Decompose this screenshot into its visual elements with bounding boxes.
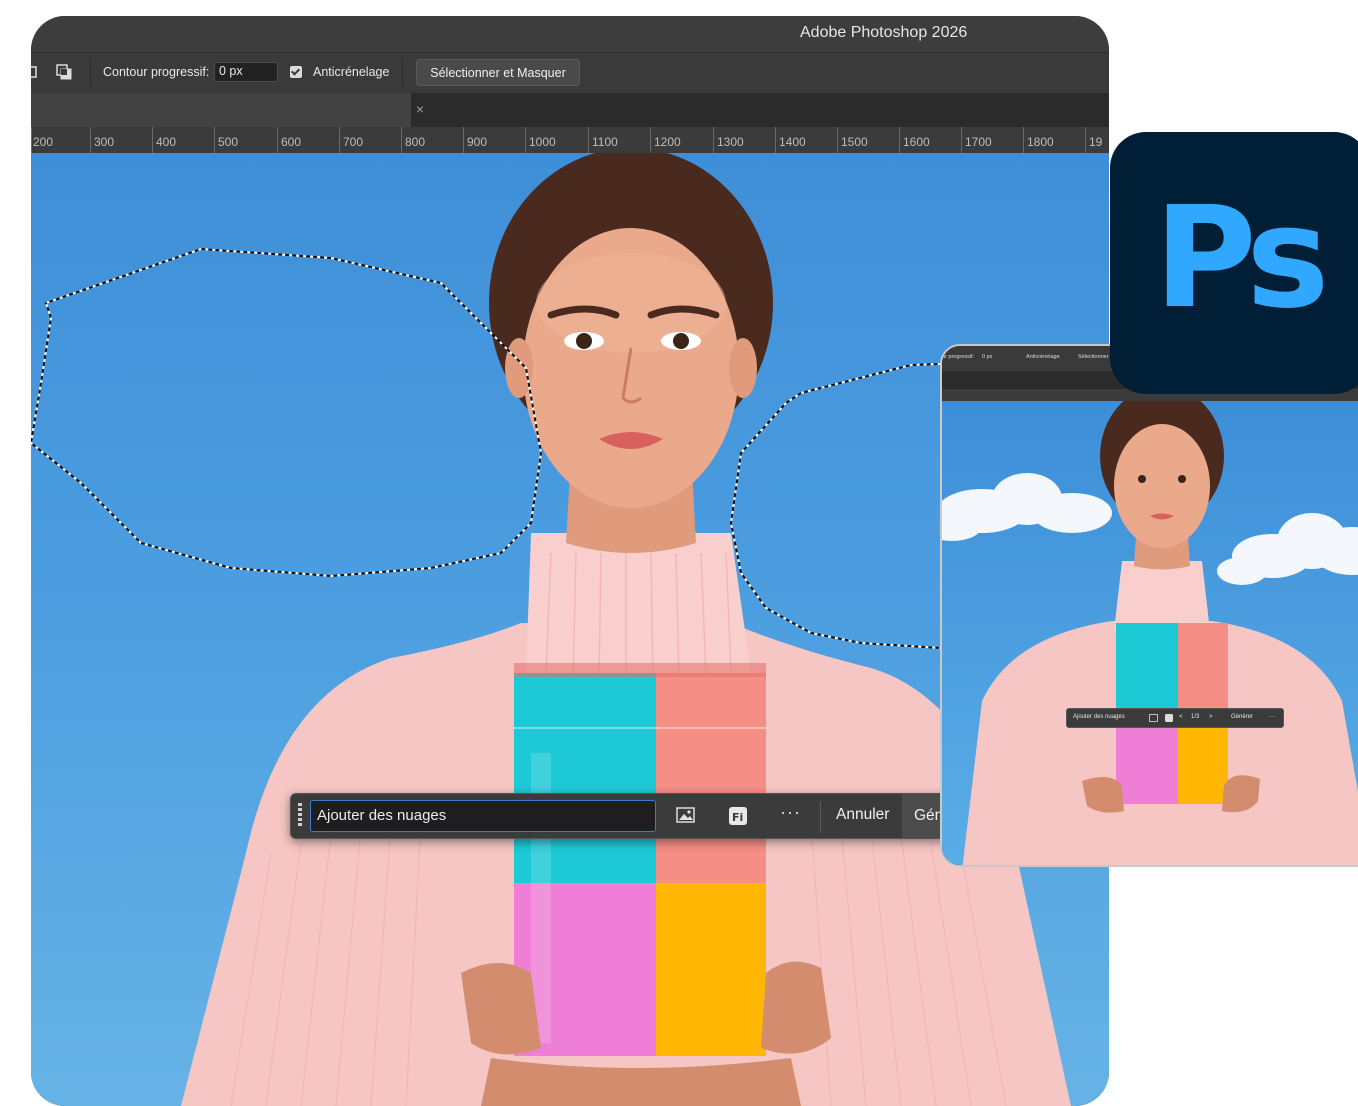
- more-options-icon[interactable]: ···: [780, 802, 801, 823]
- document-tab[interactable]: [31, 93, 411, 127]
- preview-generate-label: Générer: [1231, 714, 1254, 720]
- preview-canvas: Ajouter des nuages < 1/3 > Générer ···: [942, 401, 1358, 865]
- result-preview-window: ur progressif: 0 px Anticrénelage Sélect…: [940, 344, 1358, 867]
- preview-more-icon: ···: [1269, 714, 1275, 720]
- ruler-tick: 1000: [529, 135, 556, 149]
- document-tab-bar: ×: [31, 93, 1109, 127]
- cancel-button[interactable]: Annuler: [836, 806, 889, 824]
- ruler-tick: 1300: [717, 135, 744, 149]
- options-divider: [402, 59, 403, 87]
- ruler-tick: 800: [405, 135, 426, 149]
- photoshop-logo: Ps: [1110, 132, 1358, 394]
- preview-antialias-label: Anticrénelage: [1026, 354, 1060, 360]
- ruler-tick: 19: [1089, 135, 1103, 149]
- ruler-tick: 1400: [779, 135, 806, 149]
- intersect-selection-icon[interactable]: [56, 64, 72, 80]
- ruler-tick: 1100: [592, 135, 618, 149]
- feather-input[interactable]: 0 px: [214, 62, 278, 82]
- svg-text:Fi: Fi: [732, 811, 743, 824]
- firefly-icon[interactable]: Fi: [728, 806, 748, 826]
- reference-image-icon[interactable]: [676, 806, 696, 826]
- ruler-tick: 1800: [1027, 135, 1054, 149]
- preview-next-icon: >: [1209, 714, 1213, 720]
- drag-handle-icon[interactable]: [298, 803, 302, 831]
- ruler-tick: 900: [467, 135, 488, 149]
- ruler-tick: 700: [343, 135, 364, 149]
- ruler-tick: 1500: [841, 135, 868, 149]
- preview-feather-label: ur progressif:: [942, 354, 975, 360]
- options-divider: [90, 59, 91, 87]
- preview-feather-value: 0 px: [982, 354, 993, 360]
- preview-task-bar: Ajouter des nuages < 1/3 > Générer ···: [1066, 708, 1284, 728]
- preview-photo-artwork: [942, 401, 1358, 865]
- selection-mode-icon[interactable]: [31, 64, 41, 80]
- photoshop-logo-text: Ps: [1154, 177, 1330, 340]
- preview-select-mask-label: Sélectionner e: [1078, 354, 1114, 360]
- ruler-tick: 1600: [903, 135, 930, 149]
- preview-prompt-text: Ajouter des nuages: [1073, 714, 1125, 720]
- options-bar: Contour progressif: 0 px Anticrénelage S…: [31, 52, 1109, 94]
- preview-page-counter: 1/3: [1191, 714, 1200, 720]
- feather-label: Contour progressif:: [103, 65, 210, 79]
- taskbar-divider: [820, 801, 821, 833]
- ruler-tick: 600: [281, 135, 302, 149]
- ruler-tick: 400: [156, 135, 177, 149]
- select-and-mask-button[interactable]: Sélectionner et Masquer: [416, 59, 580, 86]
- preview-firefly-icon: [1165, 714, 1173, 722]
- ruler-tick: 1700: [965, 135, 992, 149]
- antialias-label: Anticrénelage: [313, 65, 390, 79]
- app-title: Adobe Photoshop 2026: [800, 24, 968, 41]
- horizontal-ruler: 200 300 400 500 600 700 800 900 1000 110…: [31, 127, 1109, 154]
- preview-reference-image-icon: [1149, 714, 1158, 722]
- close-tab-icon[interactable]: ×: [416, 101, 424, 117]
- antialias-checkbox[interactable]: [290, 66, 302, 78]
- ruler-tick: 200: [33, 135, 54, 149]
- generative-prompt-input[interactable]: Ajouter des nuages: [310, 800, 656, 832]
- ruler-tick: 500: [218, 135, 239, 149]
- ruler-tick: 300: [94, 135, 115, 149]
- ruler-tick: 1200: [654, 135, 681, 149]
- preview-prev-icon: <: [1179, 714, 1183, 720]
- title-bar: Adobe Photoshop 2026: [31, 16, 1109, 52]
